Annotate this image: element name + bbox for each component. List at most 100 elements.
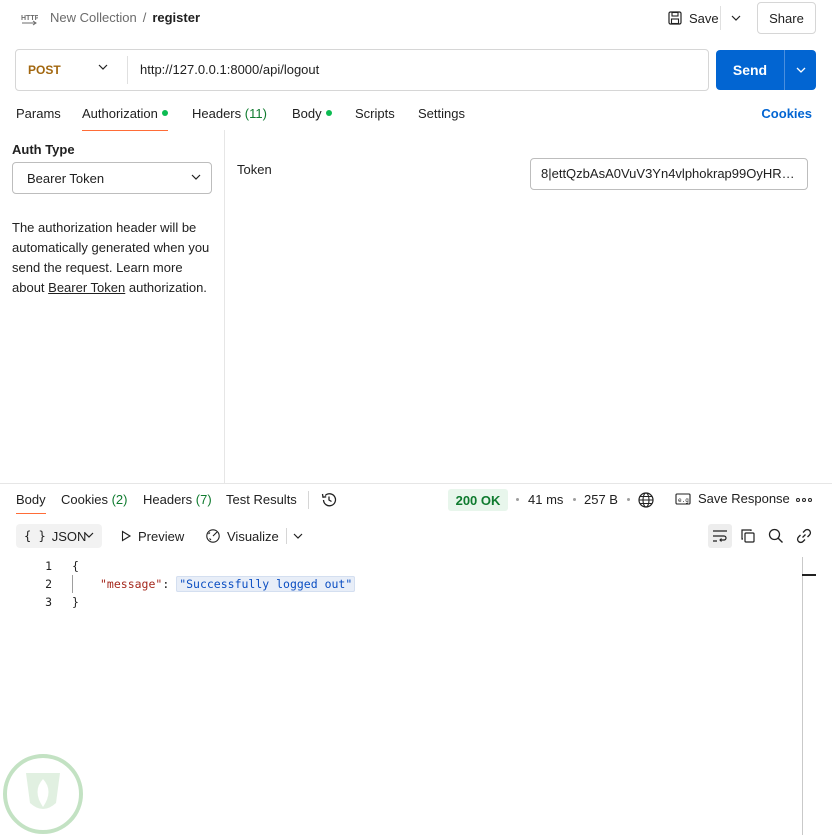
response-time[interactable]: 41 ms [528,492,563,507]
response-tab-cookies[interactable]: Cookies (2) [61,492,127,507]
json-colon: : [162,577,170,591]
response-divider [0,483,832,484]
code-text: "message": "Successfully logged out" [100,575,356,593]
svg-text:e.g: e.g [678,497,689,504]
line-number: 1 [45,559,52,573]
visualize-button[interactable]: Visualize [205,526,279,546]
tab-headers-count: (11) [244,106,267,121]
history-icon[interactable] [320,491,338,509]
line-number: 3 [45,595,52,609]
auth-help-after: authorization. [125,280,207,295]
watermark-logo [3,754,83,834]
tab-headers[interactable]: Headers (11) [192,106,267,130]
code-scrollbar[interactable] [802,557,803,835]
link-icon[interactable] [792,524,816,548]
token-label: Token [237,162,272,177]
response-size[interactable]: 257 B [584,492,618,507]
tab-authorization[interactable]: Authorization [82,106,168,131]
meta-separator [627,498,630,501]
save-button[interactable]: Save [668,8,719,28]
chevron-down-icon [98,64,108,70]
bearer-token-link[interactable]: Bearer Token [48,280,125,295]
method-select[interactable]: POST [16,50,127,90]
tab-headers-label: Headers [192,106,242,121]
method-value: POST [28,63,61,77]
copy-icon[interactable] [736,524,760,548]
save-options-button[interactable] [726,9,746,27]
svg-text:HTTP: HTTP [21,15,38,22]
request-header: HTTP New Collection / register Save Share [0,0,832,40]
response-tabs-separator [308,491,309,509]
wrap-lines-icon[interactable] [708,524,732,548]
breadcrumb-separator: / [142,10,147,25]
send-options-button[interactable] [785,50,816,90]
response-tab-test-results[interactable]: Test Results [226,492,297,507]
json-key: "message" [100,577,163,591]
response-tab-headers-label: Headers [143,492,193,507]
json-braces-icon: { } [24,529,46,543]
preview-button[interactable]: Preview [120,526,184,546]
chevron-down-icon [191,174,201,180]
response-tab-headers-count: (7) [195,492,212,507]
meta-separator [516,498,519,501]
more-options-icon[interactable] [795,491,813,509]
token-input[interactable]: 8|ettQzbAsA0VuV3Yn4vlphokrap99OyHRK... [530,158,808,190]
save-response-icon: e.g [675,492,691,505]
visualize-label: Visualize [227,528,279,544]
share-button[interactable]: Share [757,2,816,34]
code-line: 2 "message": "Successfully logged out" [0,575,800,593]
preview-label: Preview [138,528,185,544]
url-input[interactable]: http://127.0.0.1:8000/api/logout [140,60,700,80]
chevron-down-icon [84,532,94,538]
http-request-icon: HTTP [21,15,38,26]
indent-guide [72,575,73,593]
response-format-select[interactable]: { } JSON [16,524,102,548]
request-name[interactable]: register [152,10,200,25]
request-tabs: Params Authorization Headers (11) Body S… [0,103,832,131]
tab-scripts[interactable]: Scripts [355,106,395,130]
response-tab-cookies-label: Cookies [61,492,108,507]
visualize-icon [206,529,220,543]
save-divider [720,6,721,30]
search-icon[interactable] [764,524,788,548]
code-line: 1 { [0,557,800,575]
play-icon [121,530,132,542]
url-bar: POST http://127.0.0.1:8000/api/logout [15,49,709,91]
tab-body[interactable]: Body [292,106,332,130]
save-response-button[interactable]: e.g Save Response [675,491,790,506]
response-tab-cookies-count: (2) [111,492,128,507]
response-body-code[interactable]: 1 { 2 "message": "Successfully logged ou… [0,557,800,611]
active-indicator-dot [325,110,332,116]
visualize-separator [286,528,287,544]
response-tab-headers[interactable]: Headers (7) [143,492,212,507]
code-text: { [72,559,79,573]
code-line: 3 } [0,593,800,611]
auth-type-select[interactable]: Bearer Token [12,162,212,194]
scrollbar-marker [802,574,816,576]
save-response-label: Save Response [698,491,790,506]
send-button-group: Send [716,50,816,90]
tab-authorization-label: Authorization [82,106,158,121]
response-tab-body[interactable]: Body [16,492,46,514]
visualize-options-button[interactable] [290,528,306,544]
url-divider [127,56,128,84]
status-badge[interactable]: 200 OK [448,489,508,511]
chevron-down-icon [293,533,303,539]
breadcrumb-collection[interactable]: New Collection [50,10,137,25]
globe-icon[interactable] [637,491,655,509]
tab-settings[interactable]: Settings [418,106,465,130]
auth-type-value: Bearer Token [27,170,105,186]
response-format-value: JSON [51,528,87,544]
code-text: } [72,595,79,609]
tab-params[interactable]: Params [16,106,61,130]
auth-help-text: The authorization header will be automat… [12,218,217,298]
auth-panel-divider [224,130,225,483]
cookies-link[interactable]: Cookies [761,106,812,121]
save-icon [668,11,682,25]
chevron-down-icon [796,67,805,73]
line-number: 2 [45,577,52,591]
send-button[interactable]: Send [716,50,784,90]
tab-body-label: Body [292,106,322,121]
auth-type-label: Auth Type [12,142,75,157]
breadcrumb: New Collection / register [50,10,200,26]
